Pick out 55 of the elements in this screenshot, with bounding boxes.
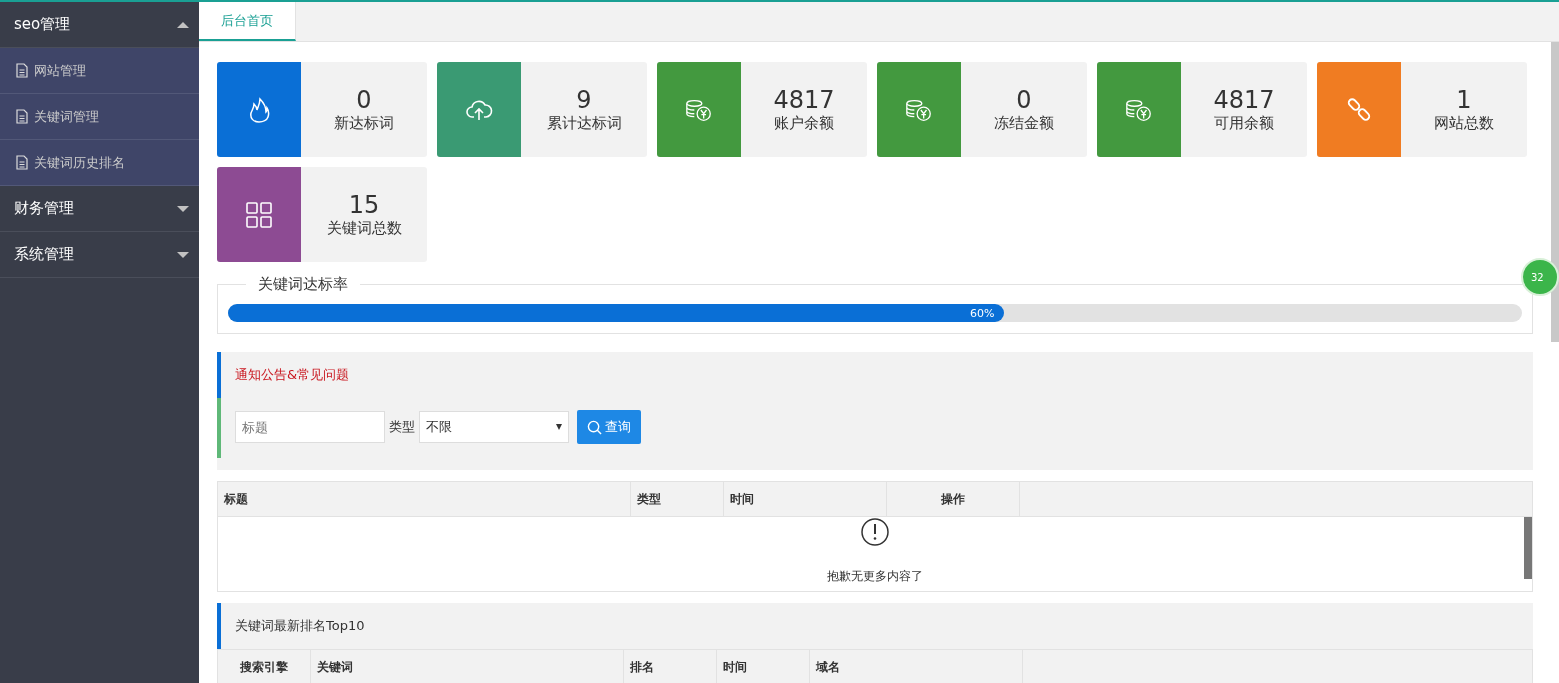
sidebar-group[interactable]: 系统管理 (0, 232, 199, 278)
stat-value: 0 (356, 86, 372, 114)
group-label: seo管理 (14, 15, 71, 34)
document-icon (16, 155, 28, 170)
group-label: 系统管理 (14, 245, 74, 264)
column-header: 时间 (717, 650, 810, 683)
stat-value: 4817 (1213, 86, 1275, 114)
column-header: 搜索引擎 (218, 650, 311, 683)
stat-value: 4817 (773, 86, 835, 114)
progress-title: 关键词达标率 (246, 276, 360, 292)
search-icon (587, 419, 602, 435)
scrollbar[interactable] (1524, 517, 1532, 579)
item-label: 关键词历史排名 (34, 153, 125, 172)
column-header: 标题 (218, 482, 631, 516)
sidebar-item[interactable]: 网站管理 (0, 48, 199, 94)
stat-value: 1 (1456, 86, 1472, 114)
search-button[interactable]: 查询 (577, 410, 641, 444)
stat-label: 可用余额 (1214, 114, 1274, 133)
panel-title: 关键词最新排名Top10 (235, 617, 365, 635)
tab[interactable]: 后台首页 (199, 2, 296, 41)
caret-icon (177, 205, 189, 212)
empty-message: 抱歉无更多内容了 (827, 568, 923, 585)
column-header: 类型 (631, 482, 724, 516)
column-header: 排名 (624, 650, 717, 683)
column-header: 时间 (724, 482, 887, 516)
sidebar-item[interactable]: 关键词历史排名 (0, 140, 199, 186)
panel-title: 通知公告&常见问题 (235, 366, 350, 384)
stat-label: 关键词总数 (326, 219, 402, 238)
title-input[interactable]: 标题 (235, 411, 385, 443)
document-icon (16, 63, 28, 78)
column-header: 域名 (810, 650, 1023, 683)
column-header: 操作 (887, 482, 1020, 516)
type-label: 类型 (389, 418, 415, 436)
stat-label: 账户余额 (774, 114, 834, 133)
item-label: 网站管理 (34, 61, 86, 80)
exclamation-icon (860, 517, 890, 547)
group-label: 财务管理 (14, 199, 74, 218)
caret-icon (177, 21, 189, 28)
document-icon (16, 109, 28, 124)
sidebar-group[interactable]: 财务管理 (0, 186, 199, 232)
column-header: 关键词 (311, 650, 624, 683)
type-select[interactable]: 不限 (419, 411, 569, 443)
caret-icon (177, 251, 189, 258)
grid-icon (244, 199, 274, 230)
stat-label: 网站总数 (1434, 114, 1494, 133)
stat-label: 累计达标词 (546, 114, 622, 133)
stat-label: 冻结金额 (994, 114, 1054, 133)
stat-value: 0 (1016, 86, 1032, 114)
stat-value: 9 (576, 86, 592, 114)
item-label: 关键词管理 (34, 107, 99, 126)
scrollbar[interactable] (1551, 42, 1559, 342)
progress-reading: 60% (969, 306, 996, 320)
stat-label: 新达标词 (334, 114, 394, 133)
stat-value: 15 (348, 191, 380, 219)
sidebar-item[interactable]: 关键词管理 (0, 94, 199, 140)
